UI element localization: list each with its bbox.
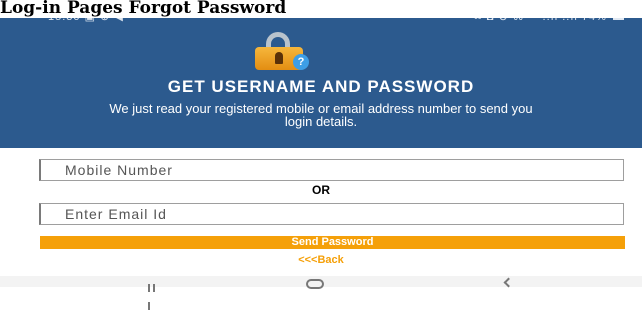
email-input[interactable] — [39, 203, 624, 225]
send-password-button[interactable]: Send Password — [40, 236, 625, 249]
forgot-password-screen: 15:30 ▣ ⊕ ◀ · ∞ ◘ ⊗ ⌘ ᵛᵒ ..ıl ..ıl 74% ?… — [0, 0, 642, 310]
mobile-number-input[interactable] — [39, 159, 624, 181]
page-subtitle: We just read your registered mobile or e… — [109, 101, 533, 129]
page-title: GET USERNAME AND PASSWORD — [167, 77, 475, 96]
image-caption: Log-in Pages Forgot Password — [0, 0, 642, 18]
header-panel: 15:30 ▣ ⊕ ◀ · ∞ ◘ ⊗ ⌘ ᵛᵒ ..ıl ..ıl 74% ?… — [0, 0, 642, 148]
or-separator: OR — [312, 183, 330, 197]
question-badge-icon: ? — [293, 54, 309, 70]
system-nav-bar — [0, 276, 642, 310]
recents-icon[interactable] — [148, 279, 162, 310]
back-arrow-icon[interactable] — [503, 277, 514, 288]
keyhole-icon — [275, 52, 283, 64]
back-link[interactable]: <<<Back — [0, 254, 642, 266]
lock-icon: ? — [253, 32, 309, 72]
home-icon[interactable] — [306, 279, 324, 289]
